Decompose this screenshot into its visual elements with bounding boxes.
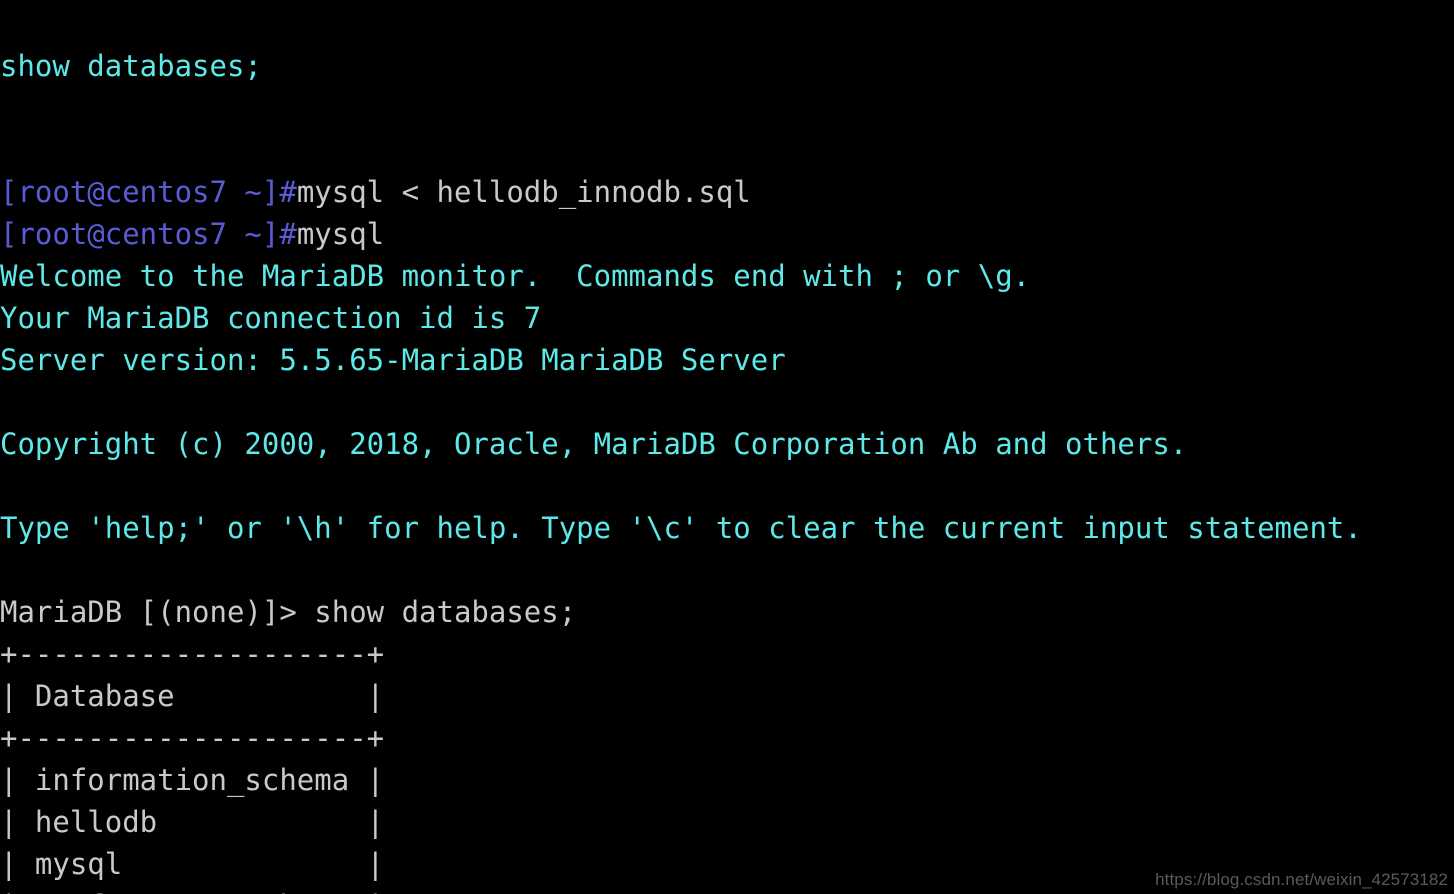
terminal-line-table-header: | Database | — [0, 675, 1362, 717]
terminal-line-blank-3 — [0, 549, 1362, 591]
terminal-line-cmd-2: [root@centos7 ~]#mysql — [0, 213, 1362, 255]
terminal-segment-table-header-0: | Database | — [0, 679, 385, 713]
terminal-segment-cmd-2-0: [root@centos7 ~]# — [0, 217, 297, 251]
terminal-segment-welcome-0: Welcome to the MariaDB monitor. Commands… — [0, 259, 1031, 293]
terminal-segment-connection-id-0: Your MariaDB connection id is 7 — [0, 301, 542, 335]
terminal-segment-sql-prompt-1-0: MariaDB [(none)]> show databases; — [0, 595, 577, 629]
terminal-line-welcome: Welcome to the MariaDB monitor. Commands… — [0, 255, 1362, 297]
terminal-line-list: [root@centos7 ~]#mysql < hellodb_innodb.… — [0, 171, 1362, 894]
terminal-line-table-header-border: +--------------------+ — [0, 717, 1362, 759]
terminal-segment-cmd-1-1: mysql < hellodb_innodb.sql — [296, 175, 751, 209]
terminal-line-clipped: show databases; — [0, 45, 1362, 87]
terminal-screen[interactable]: show databases; [root@centos7 ~]#mysql <… — [0, 0, 1454, 894]
terminal-line-copyright: Copyright (c) 2000, 2018, Oracle, MariaD… — [0, 423, 1362, 465]
terminal-segment-server-version-0: Server version: 5.5.65-MariaDB MariaDB S… — [0, 343, 786, 377]
terminal-line-row-performance-schema: | performance_schema | — [0, 885, 1362, 894]
terminal-line-row-mysql: | mysql | — [0, 843, 1362, 885]
terminal-line-sql-prompt-1: MariaDB [(none)]> show databases; — [0, 591, 1362, 633]
terminal-line-cmd-1: [root@centos7 ~]#mysql < hellodb_innodb.… — [0, 171, 1362, 213]
terminal-line-blank-2 — [0, 465, 1362, 507]
terminal-scrollback: show databases; [root@centos7 ~]#mysql <… — [0, 0, 1362, 894]
terminal-line-row-information-schema: | information_schema | — [0, 759, 1362, 801]
terminal-segment-row-performance-schema-0: | performance_schema | — [0, 889, 384, 894]
terminal-line-blank-1 — [0, 381, 1362, 423]
terminal-segment-copyright-0: Copyright (c) 2000, 2018, Oracle, MariaD… — [0, 427, 1188, 461]
terminal-segment-cmd-1-0: [root@centos7 ~]# — [0, 175, 297, 209]
terminal-segment-row-information-schema-0: | information_schema | — [0, 763, 385, 797]
terminal-segment-table-header-border-0: +--------------------+ — [0, 721, 385, 755]
terminal-line-connection-id: Your MariaDB connection id is 7 — [0, 297, 1362, 339]
terminal-line-table-top-border: +--------------------+ — [0, 633, 1362, 675]
terminal-segment-row-hellodb-0: | hellodb | — [0, 805, 385, 839]
terminal-segment-row-mysql-0: | mysql | — [0, 847, 385, 881]
terminal-line-row-hellodb: | hellodb | — [0, 801, 1362, 843]
terminal-segment-help-hint-0: Type 'help;' or '\h' for help. Type '\c'… — [0, 511, 1362, 545]
terminal-segment-cmd-2-1: mysql — [296, 217, 385, 251]
terminal-line-server-version: Server version: 5.5.65-MariaDB MariaDB S… — [0, 339, 1362, 381]
terminal-clipped-text: show databases; — [0, 49, 262, 83]
terminal-segment-table-top-border-0: +--------------------+ — [0, 637, 385, 671]
terminal-line-help-hint: Type 'help;' or '\h' for help. Type '\c'… — [0, 507, 1362, 549]
